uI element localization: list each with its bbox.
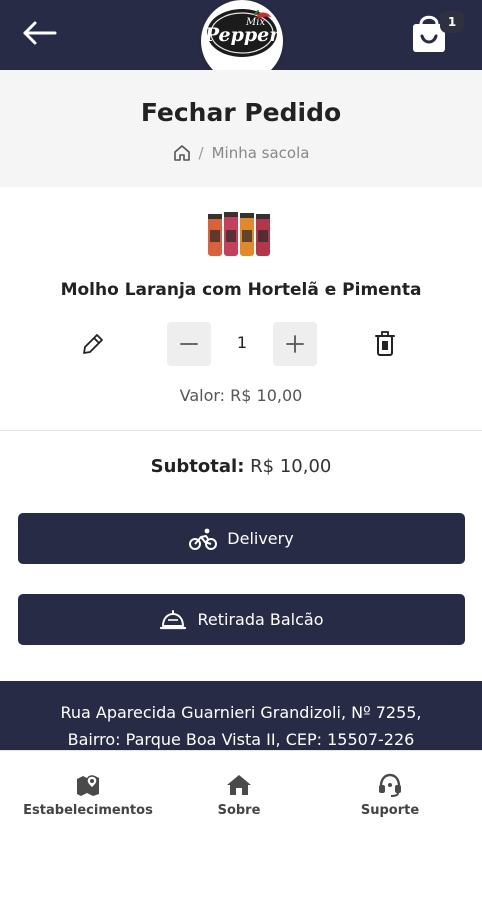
subtotal-label: Subtotal: bbox=[150, 456, 245, 477]
home-icon[interactable] bbox=[173, 144, 191, 162]
item-price: Valor: R$ 10,00 bbox=[0, 386, 482, 405]
address-line-1: Rua Aparecida Guarnieri Grandizoli, Nº 7… bbox=[60, 703, 422, 722]
nav-label-suporte: Suporte bbox=[360, 803, 420, 818]
breadcrumb-current: Minha sacola bbox=[211, 144, 310, 162]
top-bar: Mix Pepper 1 bbox=[0, 0, 482, 82]
divider bbox=[0, 430, 482, 431]
bicycle-icon bbox=[189, 528, 218, 550]
edit-button[interactable] bbox=[80, 331, 106, 357]
subtotal: Subtotal: R$ 10,00 bbox=[0, 456, 482, 477]
counter-bell-icon bbox=[160, 609, 187, 629]
delivery-label: Delivery bbox=[227, 529, 294, 548]
pickup-label: Retirada Balcão bbox=[197, 610, 324, 629]
trash-icon bbox=[375, 331, 395, 356]
headset-icon bbox=[379, 773, 401, 797]
store-address: Rua Aparecida Guarnieri Grandizoli, Nº 7… bbox=[0, 681, 482, 756]
nav-item-suporte[interactable]: Suporte bbox=[350, 773, 430, 818]
arrow-left-icon bbox=[23, 21, 57, 45]
nav-label-estabelecimentos: Estabelecimentos bbox=[23, 803, 153, 818]
address-line-2: Bairro: Parque Boa Vista II, CEP: 15507-… bbox=[67, 730, 415, 749]
breadcrumb: / Minha sacola bbox=[0, 144, 482, 162]
counter-pickup-button[interactable]: Retirada Balcão bbox=[18, 594, 465, 645]
bottom-navigation: Estabelecimentos Sobre Suporte bbox=[0, 750, 482, 900]
svg-text:Pepper: Pepper bbox=[204, 24, 282, 46]
plus-icon bbox=[286, 335, 304, 353]
price-value: R$ 10,00 bbox=[230, 386, 303, 405]
page-title: Fechar Pedido bbox=[140, 98, 342, 127]
page-header: Fechar Pedido / Minha sacola bbox=[0, 70, 482, 187]
delivery-button[interactable]: Delivery bbox=[18, 513, 465, 564]
cart-count-badge: 1 bbox=[440, 11, 464, 33]
pencil-icon bbox=[83, 334, 103, 354]
product-image bbox=[205, 210, 275, 260]
breadcrumb-separator: / bbox=[198, 144, 204, 162]
decrease-quantity-button[interactable] bbox=[167, 322, 211, 366]
nav-item-sobre[interactable]: Sobre bbox=[199, 773, 279, 818]
back-button[interactable] bbox=[22, 19, 58, 47]
price-label: Valor: bbox=[179, 386, 226, 405]
nav-item-estabelecimentos[interactable]: Estabelecimentos bbox=[18, 773, 158, 818]
minus-icon bbox=[180, 343, 198, 345]
quantity-value: 1 bbox=[236, 333, 248, 352]
home-icon bbox=[227, 775, 251, 795]
remove-item-button[interactable] bbox=[372, 330, 398, 358]
subtotal-value: R$ 10,00 bbox=[250, 456, 332, 477]
sauce-bottles-image bbox=[208, 212, 270, 256]
map-icon bbox=[77, 775, 99, 796]
nav-label-sobre: Sobre bbox=[217, 803, 261, 818]
increase-quantity-button[interactable] bbox=[273, 322, 317, 366]
product-name: Molho Laranja com Hortelã e Pimenta bbox=[60, 280, 422, 300]
